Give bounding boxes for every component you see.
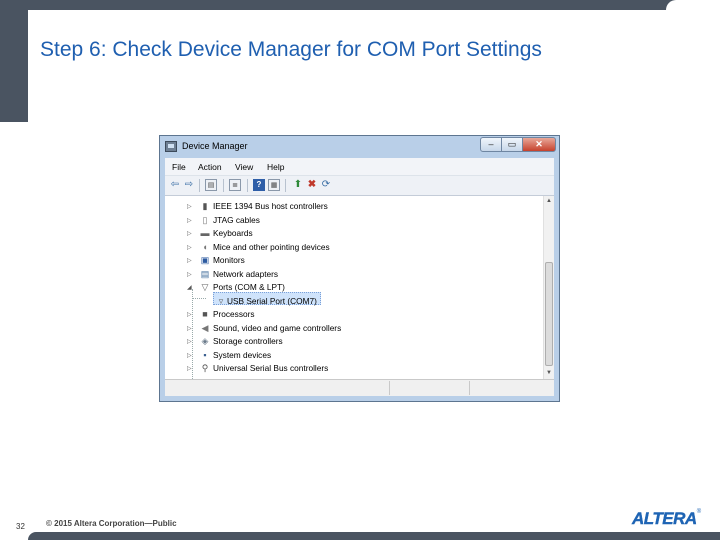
toolbar-separator: [223, 179, 224, 192]
scan-hardware-icon[interactable]: ⟳: [320, 179, 332, 191]
tree-node[interactable]: ▿ USB Serial Port (COM7): [216, 295, 416, 308]
expand-icon[interactable]: ▷: [187, 230, 192, 237]
scroll-down-icon[interactable]: ▼: [544, 368, 554, 379]
top-bar: [0, 0, 720, 10]
toolbar-separator: [285, 179, 286, 192]
ieee1394-icon: ▮: [202, 201, 208, 211]
expand-icon[interactable]: ▷: [187, 271, 192, 278]
page-number: 32: [16, 522, 25, 531]
maximize-button[interactable]: ▭: [501, 137, 523, 152]
port-icon: ▽: [201, 282, 209, 292]
expand-icon[interactable]: ▷: [187, 244, 192, 251]
expand-icon[interactable]: ▷: [187, 352, 192, 359]
jtag-cable-icon: ▯: [202, 214, 208, 225]
processor-icon: ■: [202, 309, 208, 319]
tree-node-label: Ports (COM & LPT): [213, 282, 285, 292]
menu-action[interactable]: Action: [198, 162, 222, 172]
tree-node[interactable]: ▷ ▬ Keyboards: [187, 227, 387, 240]
monitor-icon: ▣: [200, 255, 210, 265]
expand-icon[interactable]: ▷: [187, 257, 192, 264]
device-manager-icon: [165, 141, 177, 152]
toolbar-separator: [247, 179, 248, 192]
expand-icon[interactable]: ▷: [187, 365, 192, 372]
menu-view[interactable]: View: [235, 162, 253, 172]
tree-node-label: Processors: [213, 309, 255, 319]
tree-node-label: Mice and other pointing devices: [213, 241, 330, 252]
network-adapter-icon: ▤: [200, 268, 210, 279]
view-grid-icon[interactable]: ▦: [268, 179, 280, 191]
expand-icon[interactable]: ▷: [187, 217, 192, 224]
tree-node-label: IEEE 1394 Bus host controllers: [213, 201, 328, 211]
tree-node[interactable]: ▷ ◀ Sound, video and game controllers: [187, 322, 387, 335]
show-hide-tree-icon[interactable]: ▤: [205, 179, 217, 191]
status-segment: [389, 381, 470, 395]
tree-node[interactable]: ▷ ◖ Mice and other pointing devices: [187, 241, 387, 254]
toolbar: ⇦ ⇨ ▤ ≣ ? ▦ ⬆ ✖ ⟳: [165, 176, 554, 196]
tree-node-label: Sound, video and game controllers: [213, 322, 342, 333]
left-accent-block: [0, 10, 28, 122]
slide-title: Step 6: Check Device Manager for COM Por…: [40, 38, 542, 61]
window-title: Device Manager: [182, 141, 248, 151]
tree-node-label: System devices: [213, 349, 272, 360]
tree-node-label: Keyboards: [213, 228, 253, 238]
usb-icon: ⚲: [201, 363, 209, 373]
expand-icon[interactable]: ▷: [187, 311, 192, 318]
tree-node[interactable]: ◢ ▽ Ports (COM & LPT): [187, 281, 387, 294]
scroll-thumb[interactable]: [545, 262, 553, 366]
serial-port-icon: ▿: [218, 295, 224, 306]
expand-icon[interactable]: ▷: [187, 325, 192, 332]
menu-help[interactable]: Help: [267, 162, 284, 172]
tree-node[interactable]: ▷ ▪ System devices: [187, 349, 387, 362]
tree-connector-branch: [192, 298, 206, 299]
copyright-text: © 2015 Altera Corporation—Public: [46, 519, 177, 528]
close-button[interactable]: ✕: [522, 137, 556, 152]
help-icon[interactable]: ?: [253, 179, 265, 191]
tree-node[interactable]: ▷ ◈ Storage controllers: [187, 335, 387, 348]
logo-text: ALTERA: [632, 509, 698, 528]
collapse-icon[interactable]: ◢: [187, 284, 192, 291]
uninstall-icon[interactable]: ✖: [306, 179, 318, 191]
tree-node-label: Universal Serial Bus controllers: [213, 363, 329, 373]
bottom-bar: [28, 532, 720, 540]
tree-node[interactable]: ▷ ▤ Network adapters: [187, 268, 387, 281]
status-segment: [469, 381, 554, 395]
expand-icon[interactable]: ▷: [187, 203, 192, 210]
update-driver-icon[interactable]: ⬆: [292, 179, 304, 191]
altera-logo: ALTERA®: [632, 509, 708, 529]
back-arrow-icon[interactable]: ⇦: [169, 179, 181, 191]
tree-node[interactable]: ▷ ■ Processors: [187, 308, 387, 321]
tree-node-label: Monitors: [213, 255, 245, 265]
toolbar-separator: [199, 179, 200, 192]
tree-node[interactable]: ▷ ▣ Monitors: [187, 254, 387, 267]
tree-node-label: Network adapters: [213, 268, 279, 279]
tree-node-label: JTAG cables: [213, 214, 260, 225]
minimize-button[interactable]: –: [480, 137, 502, 152]
status-bar: [165, 379, 554, 396]
logo-registered-mark: ®: [696, 509, 702, 515]
tree-node[interactable]: ▷ ▯ JTAG cables: [187, 214, 387, 227]
title-panel: [28, 10, 720, 122]
sound-icon: ◀: [201, 322, 209, 333]
system-devices-icon: ▪: [203, 349, 207, 360]
menu-file[interactable]: File: [172, 162, 186, 172]
expand-icon[interactable]: ▷: [187, 338, 192, 345]
keyboard-icon: ▬: [200, 228, 210, 238]
vertical-scrollbar[interactable]: ▲ ▼: [543, 196, 554, 379]
window-titlebar[interactable]: Device Manager – ▭ ✕: [160, 136, 559, 158]
forward-arrow-icon[interactable]: ⇨: [183, 179, 195, 191]
storage-icon: ◈: [201, 336, 209, 346]
scroll-up-icon[interactable]: ▲: [544, 196, 554, 207]
tree-node[interactable]: ▷ ▮ IEEE 1394 Bus host controllers: [187, 200, 387, 213]
tree-node[interactable]: ▷ ⚲ Universal Serial Bus controllers: [187, 362, 387, 375]
top-notch: [666, 0, 720, 10]
properties-icon[interactable]: ≣: [229, 179, 241, 191]
mouse-icon: ◖: [202, 241, 208, 252]
tree-node-label: Storage controllers: [213, 336, 283, 346]
tree-node-label: USB Serial Port (COM7): [227, 295, 317, 306]
menu-bar: File Action View Help: [165, 158, 554, 176]
